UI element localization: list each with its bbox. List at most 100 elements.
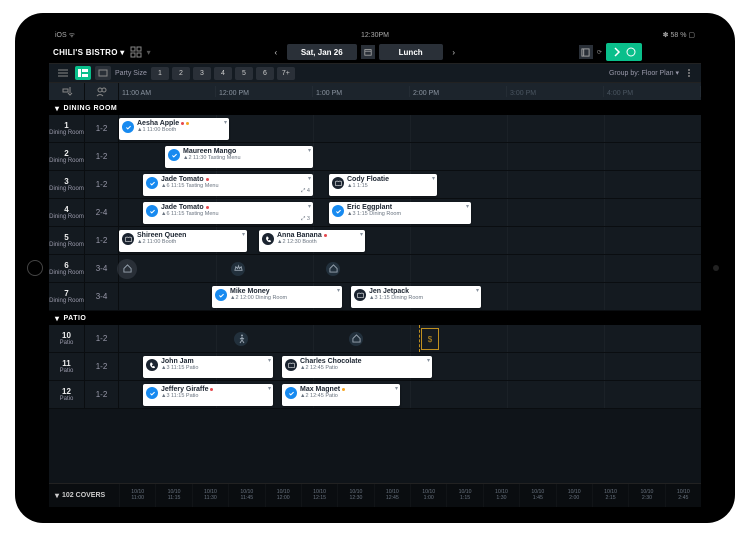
table-column-icon[interactable] (49, 83, 85, 100)
cover-slot[interactable]: 10/1012:00 (265, 484, 301, 507)
cover-slot[interactable]: 10/1012:30 (337, 484, 373, 507)
home-icon[interactable] (326, 262, 340, 276)
section-toggle-icon[interactable] (55, 314, 60, 323)
group-by-selector[interactable]: Group by: Floor Plan ▾ (609, 69, 679, 77)
status-badge-icon (285, 359, 297, 371)
table-row: 2Dining Room1-2Maureen Mango▲2 11:30 Tas… (49, 143, 701, 171)
table-row: 7Dining Room3-4Mike Money▲2 12:00 Dining… (49, 283, 701, 311)
table-cell[interactable]: 11Patio (49, 353, 85, 380)
cover-slot[interactable]: 10/102:45 (665, 484, 701, 507)
calendar-icon[interactable] (361, 45, 375, 59)
cover-slot[interactable]: 10/101:30 (483, 484, 519, 507)
cover-slot[interactable]: 10/1011:00 (119, 484, 155, 507)
action-button[interactable] (606, 43, 642, 61)
cover-slot[interactable]: 10/102:30 (628, 484, 664, 507)
cover-slot[interactable]: 10/102:00 (556, 484, 592, 507)
caret-down-icon[interactable]: ▾ (432, 175, 435, 182)
status-badge-icon (122, 121, 134, 133)
guests-column-icon[interactable] (85, 83, 119, 100)
caret-down-icon[interactable]: ▾ (337, 287, 340, 294)
table-row: 11Patio1-2John Jam▲3 11:15 Patio▾Charles… (49, 353, 701, 381)
section-toggle-icon[interactable] (55, 104, 60, 113)
table-row: 12Patio1-2Jeffery Giraffe▲3 11:15 Patio▾… (49, 381, 701, 409)
date-selector[interactable]: Sat, Jan 26 (287, 44, 357, 60)
table-row: 6Dining Room3-4 (49, 255, 701, 283)
status-badge-icon (146, 359, 158, 371)
covers-total[interactable]: 102 COVERS (49, 484, 119, 507)
reservation-card[interactable]: Shireen Queen▲2 11:00 Booth▾ (119, 230, 247, 252)
status-badge-icon (122, 233, 134, 245)
walk-icon[interactable] (234, 332, 248, 346)
reservation-card[interactable]: Anna Banana▲2 12:30 Booth▾ (259, 230, 365, 252)
cover-slot[interactable]: 10/1011:30 (192, 484, 228, 507)
home-icon[interactable] (349, 332, 363, 346)
cover-slot[interactable]: 10/1012:45 (374, 484, 410, 507)
status-badge-icon (332, 177, 344, 189)
table-cell[interactable]: 7Dining Room (49, 283, 85, 310)
cover-slot[interactable]: 10/102:15 (592, 484, 628, 507)
table-cell[interactable]: 5Dining Room (49, 227, 85, 254)
caret-down-icon[interactable]: ▾ (268, 385, 271, 392)
party-size-6[interactable]: 6 (256, 67, 274, 80)
table-cell[interactable]: 10Patio (49, 325, 85, 352)
party-size-2[interactable]: 2 (172, 67, 190, 80)
caret-down-icon[interactable]: ▾ (308, 147, 311, 154)
reservation-card[interactable]: Max Magnet▲2 12:45 Patio▾ (282, 384, 400, 406)
table-cell[interactable]: 12Patio (49, 381, 85, 408)
caret-down-icon[interactable]: ▾ (466, 203, 469, 210)
cover-slot[interactable]: 10/1011:15 (155, 484, 191, 507)
next-date-button[interactable]: › (447, 44, 461, 60)
cover-slot[interactable]: 10/101:45 (519, 484, 555, 507)
table-cell[interactable]: 1Dining Room (49, 115, 85, 142)
status-badge-icon (332, 205, 344, 217)
caret-down-icon[interactable]: ▾ (427, 357, 430, 364)
revenue-marker[interactable]: $ (421, 328, 439, 350)
caret-down-icon[interactable]: ▾ (242, 231, 245, 238)
table-cell[interactable]: 6Dining Room (49, 255, 85, 282)
more-menu-icon[interactable] (683, 69, 695, 77)
reservation-card[interactable]: Aesha Apple▲1 11:00 Booth▾ (119, 118, 229, 140)
reservation-card[interactable]: Jade Tomato▲6 11:15 Tasting Menu▾⤢ 4 (143, 174, 313, 196)
reservation-card[interactable]: Jen Jetpack▲3 1:15 Dining Room▾ (351, 286, 481, 308)
caret-down-icon[interactable]: ▾ (224, 119, 227, 126)
timeline-view-icon[interactable] (75, 66, 91, 80)
reservation-card[interactable]: Mike Money▲2 12:00 Dining Room▾ (212, 286, 342, 308)
cover-slot[interactable]: 10/101:00 (410, 484, 446, 507)
caret-down-icon[interactable]: ▾ (476, 287, 479, 294)
table-cell[interactable]: 2Dining Room (49, 143, 85, 170)
reservation-card[interactable]: John Jam▲3 11:15 Patio▾ (143, 356, 273, 378)
reservation-card[interactable]: Jeffery Giraffe▲3 11:15 Patio▾ (143, 384, 273, 406)
home-circle-icon[interactable] (117, 259, 137, 279)
floorplan-view-icon[interactable] (95, 66, 111, 80)
caret-down-icon[interactable]: ▾ (308, 175, 311, 182)
reservation-card[interactable]: Charles Chocolate▲2 12:45 Patio▾ (282, 356, 432, 378)
reservation-card[interactable]: Cody Floatie▲1 1:15▾ (329, 174, 437, 196)
party-size-3[interactable]: 3 (193, 67, 211, 80)
reservation-meta: ▲2 12:45 Patio (300, 394, 345, 400)
table-cell[interactable]: 3Dining Room (49, 171, 85, 198)
table-cell[interactable]: 4Dining Room (49, 199, 85, 226)
cover-slot[interactable]: 10/1011:45 (228, 484, 264, 507)
prev-date-button[interactable]: ‹ (269, 44, 283, 60)
caret-down-icon[interactable]: ▾ (268, 357, 271, 364)
reservation-card[interactable]: Maureen Mango▲2 11:30 Tasting Menu▾ (165, 146, 313, 168)
reservation-card[interactable]: Jade Tomato▲6 11:15 Tasting Menu▾⤢ 3 (143, 202, 313, 224)
shift-selector[interactable]: Lunch (379, 44, 443, 60)
list-view-icon[interactable] (55, 66, 71, 80)
book-icon[interactable] (579, 45, 593, 59)
grid-view-icon[interactable] (129, 45, 143, 59)
party-size-5[interactable]: 5 (235, 67, 253, 80)
reservation-card[interactable]: Eric Eggplant▲3 1:15 Dining Room▾ (329, 202, 471, 224)
cover-slot[interactable]: 10/1012:15 (301, 484, 337, 507)
restaurant-selector[interactable]: CHILI'S BISTRO ▾ (53, 48, 125, 57)
cover-slot[interactable]: 10/101:15 (446, 484, 482, 507)
party-size-7+[interactable]: 7+ (277, 67, 295, 80)
crown-icon[interactable] (231, 262, 245, 276)
caret-down-icon[interactable]: ▾ (360, 231, 363, 238)
party-size-4[interactable]: 4 (214, 67, 232, 80)
reservation-meta: ▲3 1:15 Dining Room (369, 296, 423, 302)
reservation-meta: ▲1 11:00 Booth (137, 128, 189, 134)
party-size-1[interactable]: 1 (151, 67, 169, 80)
caret-down-icon[interactable]: ▾ (395, 385, 398, 392)
caret-down-icon[interactable]: ▾ (308, 203, 311, 210)
